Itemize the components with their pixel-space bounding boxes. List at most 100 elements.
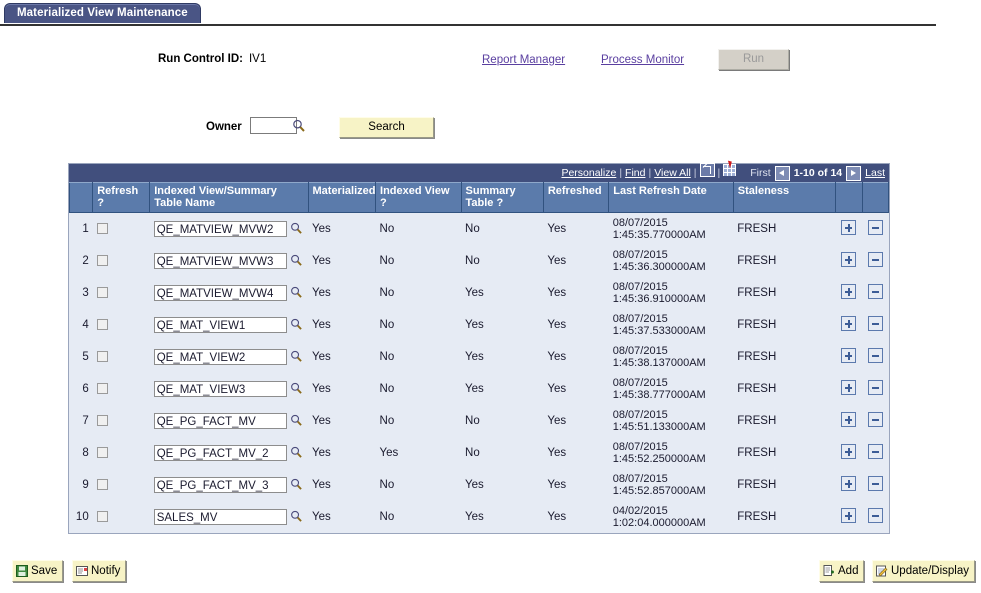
view-name-input[interactable]: QE_PG_FACT_MV_3 [153,477,287,493]
refresh-checkbox[interactable] [96,255,108,267]
expand-window-icon[interactable] [699,163,715,183]
indexed-view-value: No [375,501,462,533]
search-button[interactable]: Search [339,117,434,138]
column-header-materialized[interactable]: Materialized [307,182,377,213]
add-row-button[interactable] [841,380,857,395]
magnifier-icon[interactable] [290,254,302,269]
add-row-button[interactable] [841,252,857,267]
delete-row-button[interactable] [867,476,883,491]
add-button[interactable]: Add [819,560,865,582]
magnifier-icon[interactable] [292,119,305,135]
column-header-last-refresh[interactable]: Last Refresh Date [608,182,734,213]
column-header-refresh[interactable]: Refresh ? [92,182,151,213]
column-header-refreshed[interactable]: Refreshed [542,182,610,213]
refresh-checkbox[interactable] [96,287,108,299]
magnifier-icon[interactable] [290,446,302,461]
first-page-label[interactable]: First [750,164,770,182]
materialized-value: Yes [308,373,376,405]
process-monitor-link[interactable]: Process Monitor [601,54,684,66]
magnifier-icon[interactable] [290,350,302,365]
view-name-input[interactable]: QE_MAT_VIEW3 [153,381,287,397]
indexed-view-value: No [375,469,462,501]
refresh-checkbox[interactable] [96,319,108,331]
column-header-staleness[interactable]: Staleness [732,182,837,213]
add-row-button[interactable] [841,284,857,299]
row-number: 2 [69,245,93,277]
add-row-button[interactable] [841,348,857,363]
refresh-checkbox[interactable] [96,383,108,395]
last-page-link[interactable]: Last [865,164,885,182]
magnifier-icon[interactable] [290,510,302,525]
refresh-checkbox[interactable] [96,511,108,523]
last-refresh-date-cell: 08/07/2015 1:45:51.133000AM [608,405,734,437]
grid-body: 1 QE_MATVIEW_MVW2 Yes No No Yes 08/07/2015 1:45… [69,212,889,533]
magnifier-icon[interactable] [290,318,302,333]
row-number: 5 [69,341,93,373]
delete-row-cell [862,341,889,373]
delete-row-button[interactable] [867,412,883,427]
row-number: 7 [69,405,93,437]
column-header-rownum[interactable] [68,182,94,213]
view-name-input[interactable]: QE_MATVIEW_MVW4 [153,285,287,301]
refresh-checkbox[interactable] [96,447,108,459]
update-display-button[interactable]: Update/Display [872,560,975,582]
delete-row-button[interactable] [867,316,883,331]
next-page-arrow-icon[interactable] [846,165,862,181]
refresh-checkbox[interactable] [96,351,108,363]
magnifier-icon[interactable] [290,382,302,397]
view-name-input[interactable]: QE_PG_FACT_MV_2 [153,445,287,461]
delete-row-button[interactable] [867,252,883,267]
view-name-input[interactable]: QE_PG_FACT_MV [153,413,287,429]
delete-row-button[interactable] [867,380,883,395]
view-name-input[interactable]: QE_MAT_VIEW1 [153,317,287,333]
table-row: 10 SALES_MV Yes No Yes Yes 04/02/2015 1:02:04.0… [69,501,889,533]
add-row-button[interactable] [841,444,857,459]
add-row-button[interactable] [841,412,857,427]
add-row-button[interactable] [841,508,857,523]
owner-label: Owner [206,121,242,133]
view-name-cell: QE_PG_FACT_MV_3 [149,469,308,501]
delete-row-button[interactable] [867,348,883,363]
add-row-button[interactable] [841,220,857,235]
view-name-input[interactable]: QE_MATVIEW_MVW3 [153,253,287,269]
delete-row-button[interactable] [867,508,883,523]
indexed-view-value: No [375,212,462,245]
personalize-link[interactable]: Personalize [561,164,616,182]
add-row-button[interactable] [841,316,857,331]
delete-row-button[interactable] [867,220,883,235]
refresh-checkbox[interactable] [96,415,108,427]
column-header-view-name[interactable]: Indexed View/Summary Table Name [149,182,309,213]
previous-page-arrow-icon[interactable] [774,165,790,181]
view-name-input[interactable]: QE_MAT_VIEW2 [153,349,287,365]
report-manager-link[interactable]: Report Manager [482,54,565,66]
add-row-button[interactable] [841,476,857,491]
view-name-input[interactable]: SALES_MV [153,509,287,525]
find-link[interactable]: Find [625,164,645,182]
delete-row-button[interactable] [867,284,883,299]
save-button[interactable]: Save [12,560,64,582]
refresh-checkbox[interactable] [96,479,108,491]
refresh-checkbox[interactable] [96,223,108,235]
view-name-cell: QE_PG_FACT_MV_2 [149,437,308,469]
owner-input[interactable] [250,117,297,134]
indexed-view-value: No [375,405,462,437]
notify-button[interactable]: Notify [72,560,127,582]
view-name-input[interactable]: QE_MATVIEW_MVW2 [153,221,287,237]
download-to-spreadsheet-icon[interactable] [723,160,737,182]
refreshed-value: Yes [543,277,609,309]
delete-row-button[interactable] [867,444,883,459]
magnifier-icon[interactable] [290,478,302,493]
column-header-summary-table[interactable]: Summary Table ? [460,182,544,213]
materialized-value: Yes [308,309,376,341]
run-button[interactable]: Run [718,49,789,70]
view-all-link[interactable]: View All [654,164,691,182]
staleness-value: FRESH [733,373,836,405]
column-header-indexed-view[interactable]: Indexed View ? [375,182,462,213]
separator-3: | [693,167,697,179]
magnifier-icon[interactable] [290,286,302,301]
magnifier-icon[interactable] [290,414,302,429]
add-row-cell [835,212,863,245]
magnifier-icon[interactable] [290,222,302,237]
tab-materialized-view-maintenance[interactable]: Materialized View Maintenance [4,3,201,23]
view-name-cell: QE_MAT_VIEW1 [149,309,308,341]
